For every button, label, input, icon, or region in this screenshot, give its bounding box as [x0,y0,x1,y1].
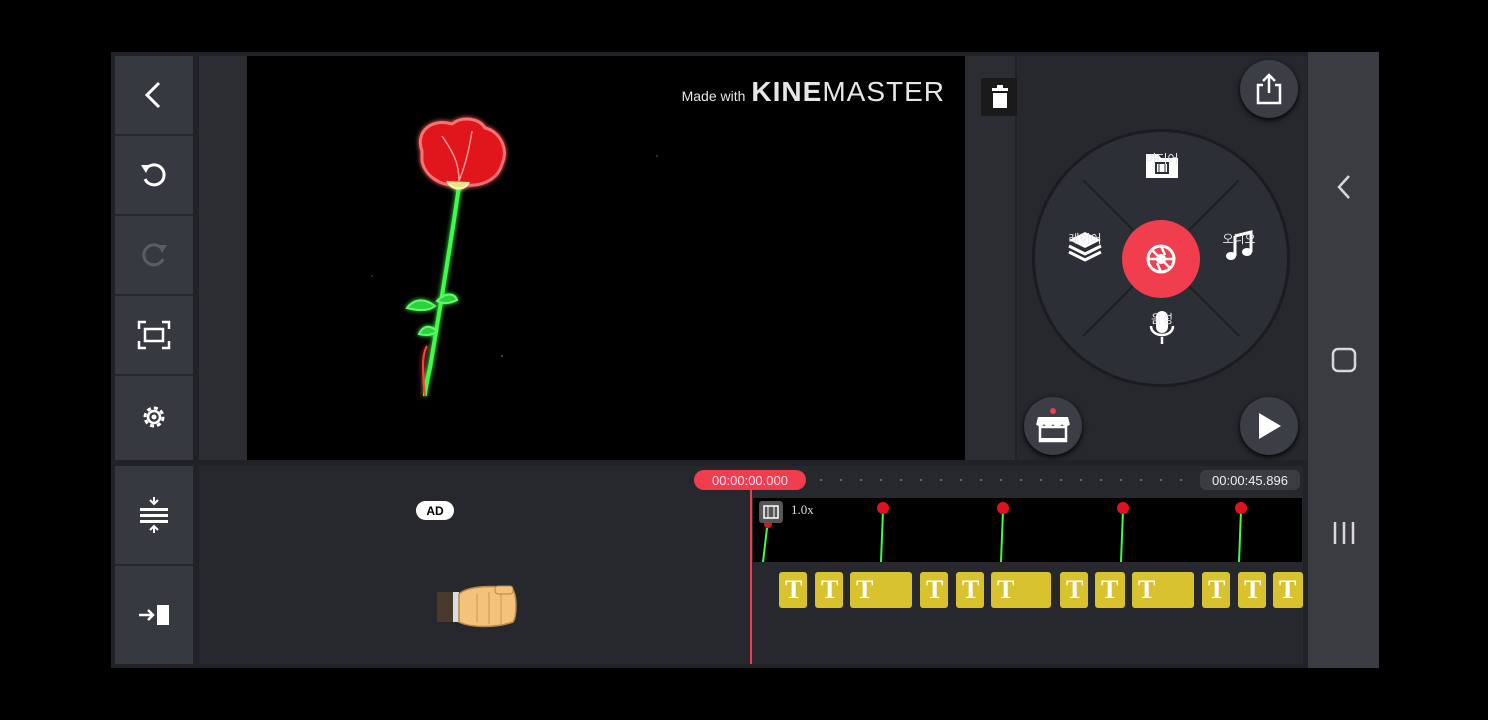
expand-timeline-button[interactable] [115,466,193,566]
audio-label: 오디오 [1222,232,1256,246]
home-nav-icon [1331,347,1356,373]
watermark-brand-light: MASTER [822,76,945,107]
clip-speed-label: 1.0x [791,502,814,517]
voice-label: 음성 [1150,312,1174,326]
play-button[interactable] [1240,397,1298,455]
ad-badge[interactable]: AD [416,501,454,520]
export-button[interactable] [1240,60,1298,118]
undo-button[interactable] [115,136,193,216]
text-layer-clip[interactable]: T [1202,572,1230,608]
share-export-icon [1256,73,1282,105]
nav-home-button[interactable] [1308,335,1379,385]
back-icon [144,81,161,109]
jump-to-end-button[interactable] [115,566,193,664]
watermark-made-with: Made with [681,88,746,104]
settings-button[interactable] [115,378,193,456]
redo-icon [142,243,167,267]
watermark-brand-bold: KINE [751,76,823,107]
text-layer-clip[interactable]: T [991,572,1051,608]
settings-gear-icon [143,406,165,428]
redo-button[interactable] [115,216,193,296]
camera-shutter-icon [1146,244,1176,274]
store-icon [1035,408,1071,443]
video-preview[interactable]: Made with KINE MASTER [247,56,965,460]
media-label: 미디어 [1145,152,1179,166]
trash-icon [992,85,1008,108]
current-time-label: 00:00:00.000 [694,470,806,490]
kinemaster-editor: Made with KINE MASTER 미디어 레이어 오디오 음성 00:… [111,52,1379,668]
video-clip[interactable] [753,498,1302,562]
text-layer-clip[interactable]: T [1238,572,1266,608]
back-nav-icon [1336,175,1350,199]
layer-label: 레이어 [1068,232,1102,246]
recents-nav-icon [1333,522,1354,544]
playhead[interactable] [750,490,752,664]
capture-button[interactable] [115,296,193,376]
voice-button[interactable]: 음성 [1132,310,1192,370]
clip-type-icon [759,501,783,523]
screen-capture-icon [137,320,171,350]
neon-rose-image [371,117,658,397]
text-layer-clip[interactable]: T [1060,572,1088,608]
android-nav-bar [1308,52,1379,668]
asset-store-button[interactable] [1024,397,1082,455]
clip-thumbnails [762,502,1247,562]
pointing-hand-icon [437,585,517,628]
undo-icon [141,163,166,187]
timeline-toolbar [115,466,193,664]
timeline-expand-icon [140,497,168,533]
delete-watermark-button[interactable] [981,78,1019,116]
text-layer-clip[interactable]: T [956,572,984,608]
play-icon [1259,413,1281,439]
text-layer-clip[interactable]: T [1132,572,1194,608]
layer-button[interactable]: 레이어 [1055,230,1115,290]
time-ruler [811,479,1196,481]
nav-back-button[interactable] [1308,162,1379,212]
audio-button[interactable]: 오디오 [1209,230,1269,290]
text-layer-clip[interactable]: T [1273,572,1303,608]
left-toolbar [115,56,193,460]
text-layer-clip[interactable]: T [815,572,843,608]
text-layer-clip[interactable]: T [779,572,807,608]
text-layer-clip[interactable]: T [920,572,948,608]
text-layer-clip[interactable]: T [1095,572,1125,608]
kinemaster-watermark: Made with KINE MASTER [682,76,945,108]
total-time-label: 00:00:45.896 [1200,470,1300,490]
film-icon [763,505,779,519]
jump-to-end-icon [139,605,169,625]
nav-recents-button[interactable] [1308,508,1379,558]
back-button[interactable] [115,56,193,136]
record-capture-button[interactable] [1122,220,1200,298]
media-button[interactable]: 미디어 [1132,150,1192,210]
text-layer-clip[interactable]: T [850,572,912,608]
